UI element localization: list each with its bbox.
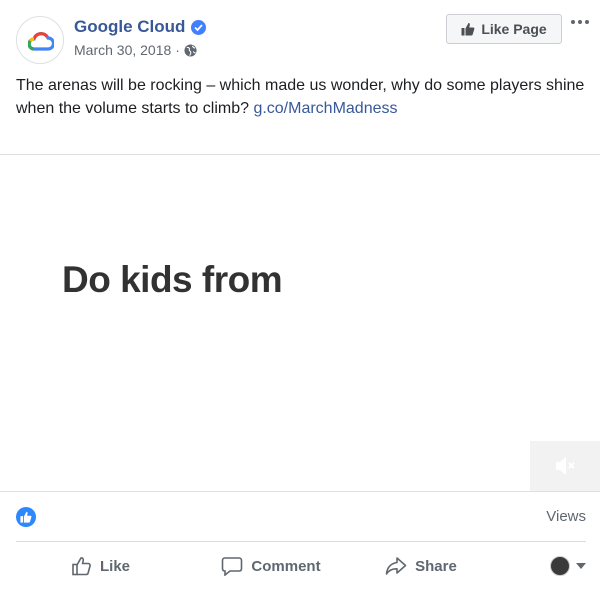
share-button[interactable]: Share: [356, 544, 486, 588]
video-overlay-text: Do kids from: [62, 259, 283, 300]
thumbs-up-icon: [72, 557, 91, 576]
globe-icon: [184, 43, 197, 57]
thumbs-up-icon: [461, 22, 475, 36]
post-actions: Like Comment Share: [16, 544, 586, 588]
like-button[interactable]: Like: [16, 544, 186, 588]
google-cloud-logo-icon: [28, 32, 54, 51]
viewer-avatar: [550, 556, 570, 576]
like-page-button[interactable]: Like Page: [446, 14, 562, 44]
page-name[interactable]: Google Cloud: [74, 17, 185, 37]
mute-button[interactable]: [530, 441, 600, 491]
mute-icon: [556, 457, 575, 475]
post-meta: March 30, 2018 ·: [74, 42, 197, 58]
post-text: The arenas will be rocking – which made …: [16, 74, 586, 120]
post-header: Google Cloud March 30, 2018 · Like Page: [0, 0, 600, 70]
page-avatar[interactable]: [16, 16, 64, 64]
post-link[interactable]: g.co/MarchMadness: [253, 100, 397, 117]
page-name-link[interactable]: Google Cloud: [74, 17, 207, 37]
more-options-icon[interactable]: [568, 12, 592, 32]
actions-divider: [16, 541, 586, 542]
verified-badge-icon: [191, 19, 207, 35]
views-count[interactable]: Views: [546, 508, 586, 525]
chevron-down-icon: [576, 563, 586, 569]
share-label: Share: [415, 557, 457, 575]
like-reaction-icon[interactable]: [16, 507, 36, 527]
comment-button[interactable]: Comment: [186, 544, 356, 588]
comment-label: Comment: [251, 557, 321, 575]
share-icon: [385, 557, 407, 575]
post-date[interactable]: March 30, 2018: [74, 42, 171, 58]
like-label: Like: [99, 557, 130, 575]
viewer-selector[interactable]: [550, 556, 586, 576]
video-player[interactable]: Do kids from: [0, 154, 600, 492]
reactions-bar: Views: [16, 507, 586, 527]
like-page-label: Like Page: [481, 21, 547, 37]
comment-icon: [222, 557, 243, 576]
meta-separator: ·: [175, 42, 180, 58]
